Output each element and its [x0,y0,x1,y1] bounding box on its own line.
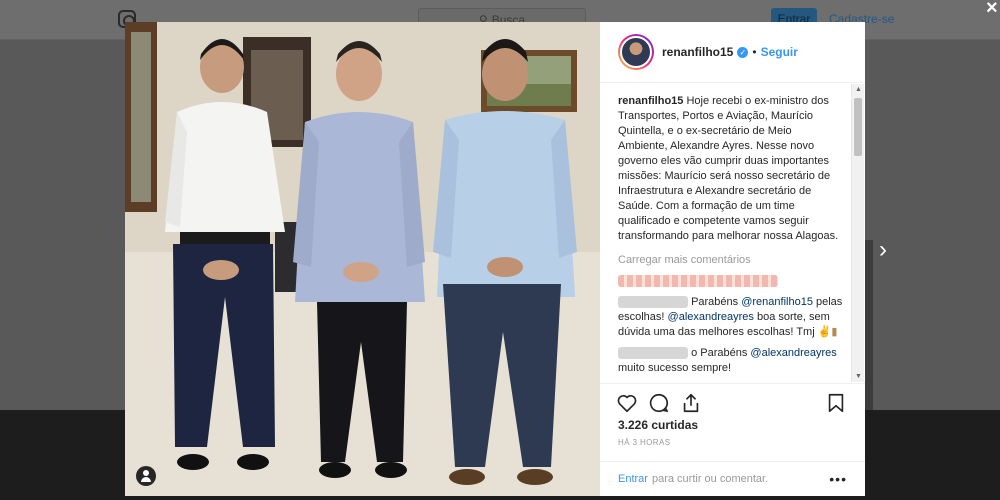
post-photo [125,22,600,496]
caption: renanfilho15 Hoje recebi o ex-ministro d… [618,94,843,244]
comment-icon[interactable] [648,392,670,414]
comment-item: o Parabéns @alexandreayres muito sucesso… [618,346,843,376]
caption-username[interactable]: renanfilho15 [618,95,683,107]
scroll-down-arrow-icon[interactable]: ▼ [855,373,862,380]
comments-scrollbar[interactable]: ▲ ▼ [851,84,864,382]
comment-mention[interactable]: @renanfilho15 [741,296,813,308]
post-panel: renanfilho15 ✓ • Seguir renanfilho15 Hoj… [600,22,865,496]
post-image [125,22,600,496]
footer-login-link[interactable]: Entrar [618,473,648,485]
comments-list: renanfilho15 Hoje recebi o ex-ministro d… [618,94,843,384]
scrollbar-thumb[interactable] [854,98,862,156]
heart-icon[interactable] [616,392,638,414]
like-count[interactable]: 3.226 curtidas [618,418,698,432]
redacted-username [618,275,778,288]
comment-mention[interactable]: @alexandreayres [750,347,836,359]
redacted-username [618,296,688,309]
avatar[interactable] [618,34,654,70]
post-header: renanfilho15 ✓ • Seguir [600,22,865,83]
chevron-right-icon[interactable]: › [879,236,887,264]
post-timestamp[interactable]: HÁ 3 HORAS [618,438,670,447]
verified-badge-icon: ✓ [737,46,749,58]
comment-placeholder [618,274,843,289]
comment-mention[interactable]: @alexandreayres [668,311,754,323]
comment-text: o [691,347,698,359]
more-options-icon[interactable]: ••• [829,471,847,487]
caption-text: Hoje recebi o ex-ministro dos Transporte… [618,95,839,242]
close-icon[interactable]: × [986,0,998,18]
victory-hand-emoji-icon: ✌▮ [817,326,838,338]
next-post-preview [865,240,873,410]
scroll-up-arrow-icon[interactable]: ▲ [855,86,862,93]
redacted-username [618,347,688,360]
comment-item: Parabéns @renanfilho15 pelas escolhas! @… [618,295,843,340]
login-prompt: Entrar para curtir ou comentar. ••• [600,461,865,496]
follow-button[interactable]: Seguir [761,45,798,59]
post-username[interactable]: renanfilho15 [662,45,733,59]
user-tag-icon[interactable] [136,466,156,486]
footer-text: para curtir ou comentar. [651,473,769,485]
comment-text: muito sucesso sempre! [618,362,732,374]
comment-text: Parabéns [691,296,742,308]
comment-text: Parabéns [700,347,751,359]
load-more-comments-button[interactable]: Carregar mais comentários [618,253,843,268]
bookmark-icon[interactable] [825,392,847,414]
separator-dot: • [752,45,757,59]
post-actions [600,383,865,414]
share-icon[interactable] [680,392,702,414]
